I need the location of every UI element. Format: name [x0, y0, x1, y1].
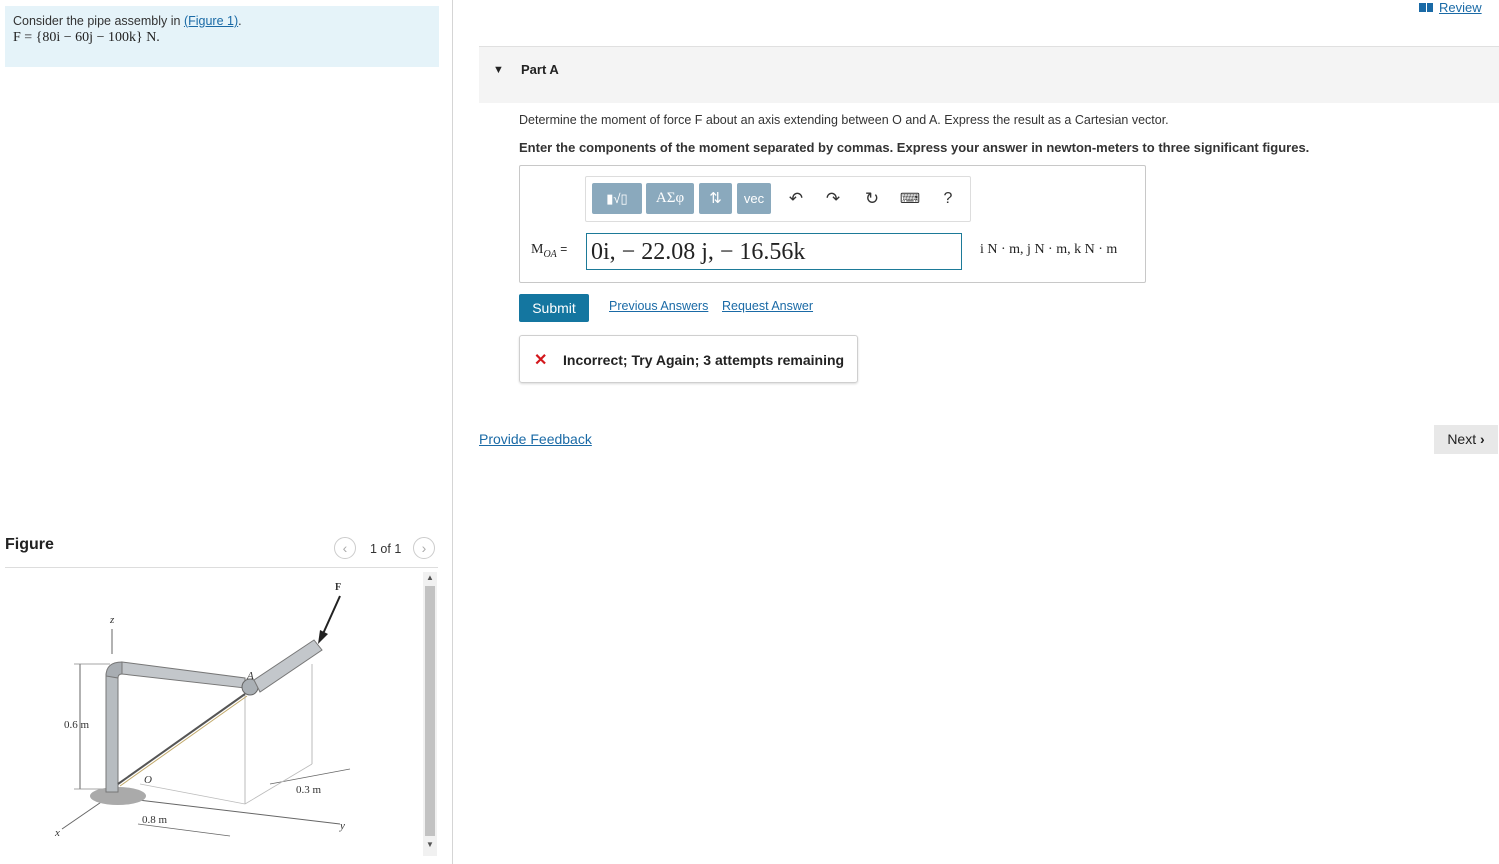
collapse-triangle-icon[interactable]: ▼: [493, 64, 504, 76]
force-arrow: [321, 595, 341, 637]
length-dimension-08: 0.8 m: [142, 814, 168, 826]
axis-oa-rod: [117, 693, 246, 785]
problem-intro-end: .: [238, 14, 242, 28]
reset-icon[interactable]: ↻: [861, 183, 883, 214]
force-vector: F = {80i − 60j − 100k} N.: [13, 30, 160, 45]
figure-divider: [5, 567, 438, 568]
next-button[interactable]: Next ›: [1434, 425, 1498, 454]
horizontal-pipe: [121, 661, 246, 689]
undo-icon[interactable]: ↶: [785, 183, 807, 214]
next-label: Next: [1447, 431, 1477, 447]
incorrect-icon: ✕: [534, 352, 548, 369]
question-text: Determine the moment of force F about an…: [519, 113, 1169, 127]
pipe-assembly-figure: z x y F A O 0.6 m 0.8 m 0.3 m: [54, 582, 351, 839]
instruction-text: Enter the components of the moment separ…: [519, 140, 1310, 155]
units-label: i N · m, j N · m, k N · m: [980, 242, 1118, 257]
feedback-message: Incorrect; Try Again; 3 attempts remaini…: [563, 352, 845, 368]
template-button[interactable]: ▮√▯: [592, 183, 642, 214]
z-axis-label: z: [109, 614, 115, 626]
vec-button[interactable]: vec: [737, 183, 771, 214]
redo-icon[interactable]: ↷: [822, 183, 844, 214]
force-label: F: [335, 582, 341, 593]
greek-button[interactable]: ΑΣφ: [646, 183, 694, 214]
scroll-up-icon[interactable]: ▲: [426, 573, 434, 582]
figure-title: Figure: [5, 536, 54, 553]
chevron-right-icon: ›: [1480, 431, 1485, 447]
problem-intro: Consider the pipe assembly in (Figure 1)…: [13, 14, 242, 28]
answer-input[interactable]: 0i, − 22.08 j, − 16.56k: [586, 233, 962, 270]
help-button[interactable]: ?: [938, 183, 958, 214]
point-a-label: A: [246, 670, 254, 682]
figure-prev-button[interactable]: ‹: [334, 537, 356, 559]
figure-link[interactable]: (Figure 1): [184, 14, 238, 28]
point-o-label: O: [144, 774, 152, 786]
review-label[interactable]: Review: [1439, 0, 1482, 15]
vertical-pipe: [105, 673, 119, 793]
panel-divider: [452, 0, 453, 864]
x-axis-label: x: [54, 827, 60, 839]
part-title: Part A: [521, 62, 559, 77]
top-elbow: [105, 661, 123, 679]
provide-feedback-link[interactable]: Provide Feedback: [479, 431, 592, 447]
arrows-button[interactable]: ⇅: [699, 183, 732, 214]
equals-sign: =: [560, 242, 568, 256]
scroll-thumb[interactable]: [425, 586, 435, 836]
moment-subscript: OA: [543, 248, 557, 260]
keyboard-icon[interactable]: ⌨: [898, 183, 922, 214]
book-icon: [1419, 3, 1433, 12]
length-dimension-03: 0.3 m: [296, 784, 322, 796]
submit-button[interactable]: Submit: [519, 294, 589, 322]
y-axis-label: y: [339, 820, 345, 832]
figure-page-indicator: 1 of 1: [370, 542, 402, 556]
moment-symbol: M: [531, 242, 544, 257]
scroll-down-icon[interactable]: ▼: [426, 840, 434, 849]
moment-label: MOA =: [531, 242, 567, 260]
part-a-header[interactable]: [479, 46, 1499, 103]
request-answer-link[interactable]: Request Answer: [722, 299, 813, 313]
height-dimension: 0.6 m: [64, 719, 90, 731]
figure-next-button[interactable]: ›: [413, 537, 435, 559]
problem-intro-text: Consider the pipe assembly in: [13, 14, 184, 28]
figure-scrollbar[interactable]: ▲ ▼: [423, 572, 437, 856]
previous-answers-link[interactable]: Previous Answers: [609, 299, 708, 313]
